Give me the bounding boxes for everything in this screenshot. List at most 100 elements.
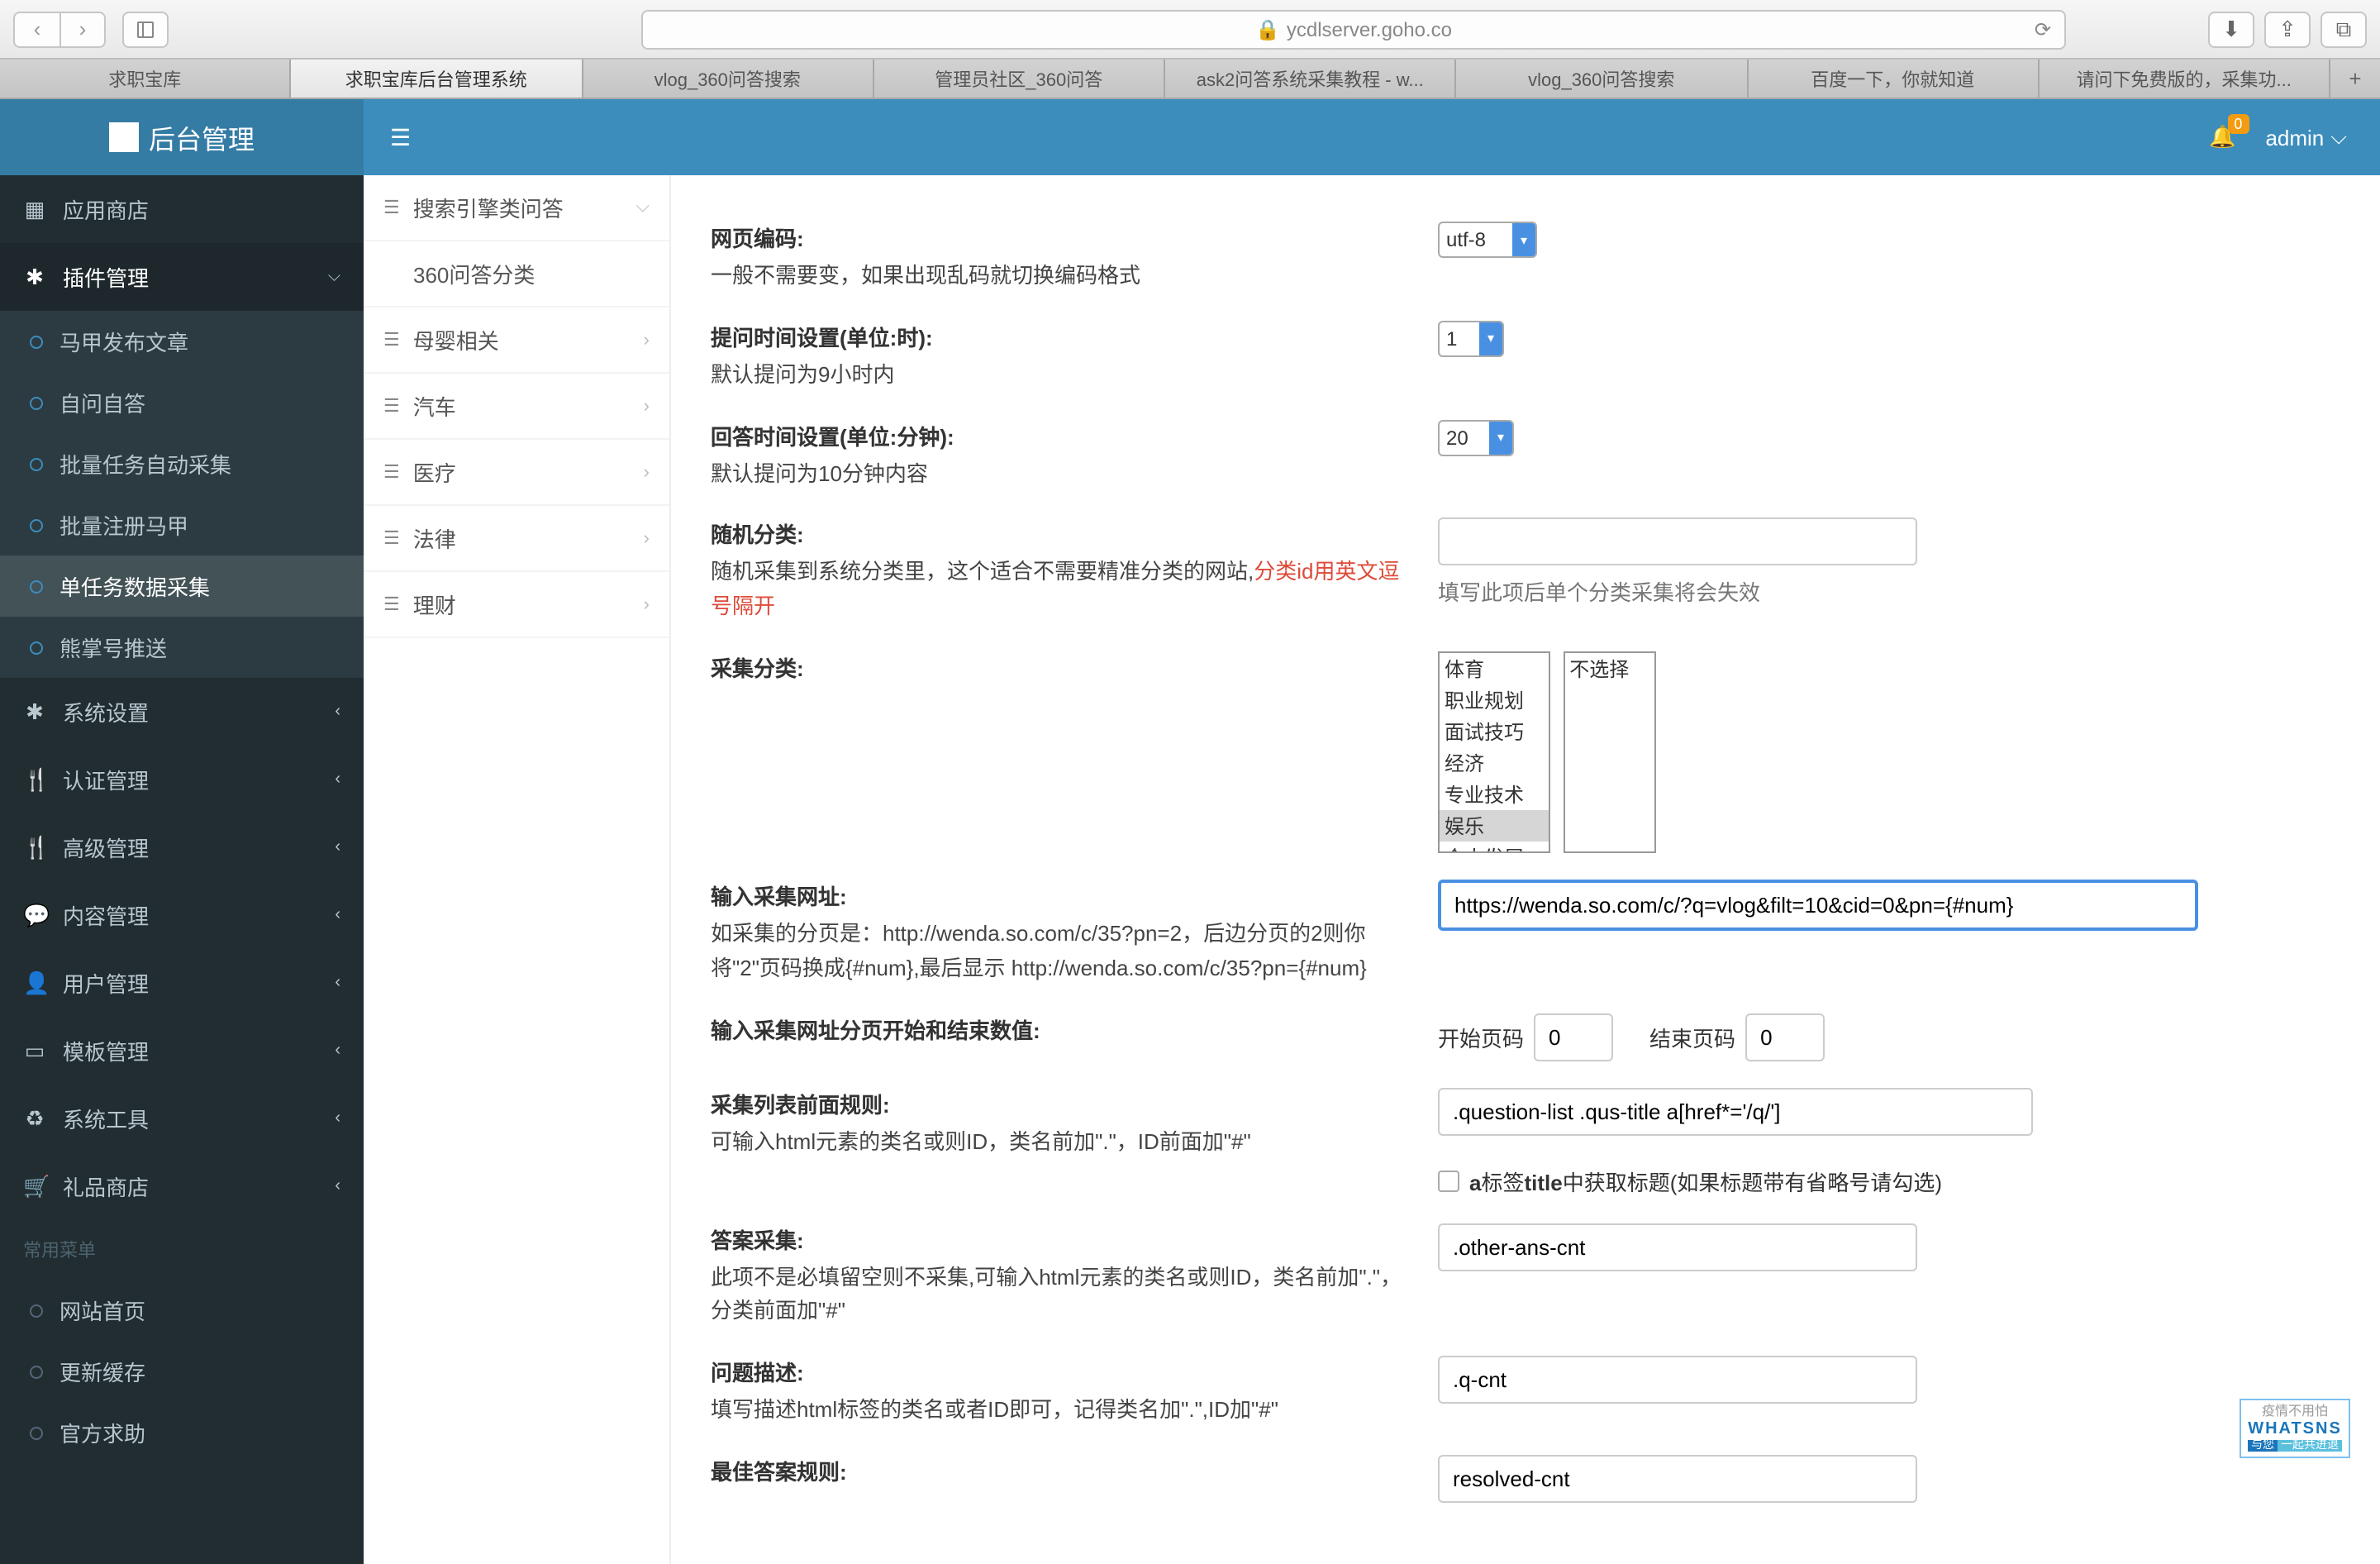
circle-icon <box>30 579 43 593</box>
category-listbox-right[interactable]: 不选择 <box>1563 651 1655 853</box>
watermark-brand: WHATSNS <box>2248 1419 2342 1439</box>
sec-item-finance[interactable]: ☰理财› <box>364 572 669 638</box>
sec-item-baby[interactable]: ☰母婴相关› <box>364 308 669 374</box>
rand-cat-right-help: 填写此项后单个分类采集将会失效 <box>1438 576 2340 608</box>
list-option[interactable]: 经济 <box>1440 747 1549 779</box>
ask-time-select[interactable]: 1 <box>1438 321 1504 357</box>
question-desc-input[interactable] <box>1438 1356 1917 1404</box>
title-checkbox[interactable] <box>1438 1170 1459 1191</box>
browser-tab[interactable]: ask2问答系统采集教程 - w... <box>1165 60 1457 98</box>
browser-tab[interactable]: 求职宝库后台管理系统 <box>292 60 583 98</box>
sec-item-law[interactable]: ☰法律› <box>364 506 669 572</box>
sidebar-toggle-button[interactable] <box>122 11 169 47</box>
browser-tab[interactable]: 求职宝库 <box>0 60 292 98</box>
sidebar-label: 系统工具 <box>63 1103 149 1134</box>
sidebar-label: 内容管理 <box>63 899 149 931</box>
sidebar-item-system[interactable]: ✱系统设置‹ <box>0 678 364 746</box>
list-option[interactable]: 专业技术 <box>1440 779 1549 810</box>
list-option[interactable]: 娱乐 <box>1440 810 1549 842</box>
best-answer-label: 最佳答案规则: <box>711 1455 1405 1486</box>
ask-time-label: 提问时间设置(单位:时): <box>711 321 1405 352</box>
list-option[interactable]: 不选择 <box>1564 653 1654 684</box>
sec-item-label: 搜索引擎类问答 <box>413 192 564 223</box>
sidebar-sub-selfqa[interactable]: 自问自答 <box>0 372 364 433</box>
collect-url-input[interactable] <box>1438 880 2198 931</box>
best-answer-input[interactable] <box>1438 1455 1917 1503</box>
browser-tab[interactable]: vlog_360问答搜索 <box>1457 60 1749 98</box>
window-icon: ▭ <box>23 1037 46 1064</box>
sidebar-item-content[interactable]: 💬内容管理‹ <box>0 881 364 949</box>
list-icon: ☰ <box>383 395 400 417</box>
sidebar-sub-majiapost[interactable]: 马甲发布文章 <box>0 311 364 372</box>
browser-tab[interactable]: 管理员社区_360问答 <box>874 60 1166 98</box>
category-listbox-left[interactable]: 体育 职业规划 面试技巧 经济 专业技术 娱乐 个人发展 情感交流 <box>1438 651 1550 853</box>
gear-icon: ✱ <box>23 699 46 725</box>
rand-cat-input[interactable] <box>1438 518 1917 566</box>
sidebar-sub-batchtask[interactable]: 批量任务自动采集 <box>0 433 364 494</box>
list-option[interactable]: 职业规划 <box>1440 684 1549 716</box>
sec-sub-360[interactable]: 360问答分类 <box>364 241 669 308</box>
browser-tab[interactable]: 百度一下，你就知道 <box>1748 60 2040 98</box>
brand[interactable]: 后台管理 <box>0 99 364 175</box>
chevron-left-icon: ‹ <box>335 974 340 992</box>
sec-item-search-engine[interactable]: ☰搜索引擎类问答⌵ <box>364 175 669 241</box>
sidebar-sub-singletask[interactable]: 单任务数据采集 <box>0 556 364 617</box>
forward-button[interactable]: › <box>60 11 106 47</box>
sidebar-item-tools[interactable]: ♻系统工具‹ <box>0 1085 364 1152</box>
menu-toggle-button[interactable]: ☰ <box>364 123 437 151</box>
download-button[interactable]: ⬇ <box>2208 11 2254 47</box>
circle-icon <box>30 396 43 409</box>
user-menu[interactable]: admin ⌵ <box>2265 124 2347 150</box>
sidebar-item-users[interactable]: 👤用户管理‹ <box>0 949 364 1017</box>
sidebar-sub-label: 熊掌号推送 <box>60 632 167 663</box>
grid-icon: ▦ <box>23 196 46 222</box>
reload-icon[interactable]: ⟳ <box>2035 17 2051 41</box>
notification-badge: 0 <box>2227 114 2249 134</box>
sidebar-item-plugins[interactable]: ✱ 插件管理 ⌵ <box>0 243 364 311</box>
sidebar-common-home[interactable]: 网站首页 <box>0 1280 364 1341</box>
sidebar-item-appstore[interactable]: ▦ 应用商店 <box>0 175 364 243</box>
sidebar-sub-batchreg[interactable]: 批量注册马甲 <box>0 494 364 556</box>
encoding-select[interactable]: utf-8 <box>1438 222 1537 258</box>
sidebar-item-templates[interactable]: ▭模板管理‹ <box>0 1017 364 1085</box>
list-option[interactable]: 面试技巧 <box>1440 716 1549 747</box>
browser-tab[interactable]: vlog_360问答搜索 <box>583 60 874 98</box>
sidebar-common-help[interactable]: 官方求助 <box>0 1402 364 1463</box>
sec-item-car[interactable]: ☰汽车› <box>364 374 669 440</box>
url-bar[interactable]: 🔒 ycdlserver.goho.co ⟳ <box>641 9 2066 49</box>
circle-icon <box>30 1304 43 1317</box>
list-icon: ☰ <box>383 594 400 615</box>
share-button[interactable]: ⇪ <box>2264 11 2311 47</box>
list-option[interactable]: 体育 <box>1440 653 1549 684</box>
secondary-sidebar: ☰搜索引擎类问答⌵ 360问答分类 ☰母婴相关› ☰汽车› ☰医疗› ☰法律› … <box>364 175 671 1564</box>
sidebar-sub-label: 批量任务自动采集 <box>60 448 231 479</box>
sidebar-sub-bearpaw[interactable]: 熊掌号推送 <box>0 617 364 678</box>
end-page-input[interactable] <box>1745 1013 1825 1061</box>
sec-item-label: 理财 <box>413 589 456 620</box>
sidebar-label: 模板管理 <box>63 1035 149 1066</box>
sidebar-label: 应用商店 <box>63 193 149 225</box>
sidebar-common-cache[interactable]: 更新缓存 <box>0 1341 364 1402</box>
browser-tab[interactable]: 请问下免费版的，采集功... <box>2040 60 2331 98</box>
answer-rule-label: 答案采集: <box>711 1223 1405 1254</box>
sidebar-item-gifts[interactable]: 🛒礼品商店‹ <box>0 1152 364 1220</box>
tabs-button[interactable]: ⧉ <box>2320 11 2367 47</box>
sidebar-item-advanced[interactable]: 🍴高级管理‹ <box>0 813 364 881</box>
notification-bell[interactable]: 🔔 0 <box>2209 124 2235 150</box>
start-page-input[interactable] <box>1534 1013 1613 1061</box>
sidebar-item-auth[interactable]: 🍴认证管理‹ <box>0 746 364 813</box>
sec-item-label: 母婴相关 <box>413 324 499 355</box>
answer-rule-input[interactable] <box>1438 1223 1917 1271</box>
rand-cat-help: 随机采集到系统分类里，这个适合不需要精准分类的网站,分类id用英文逗号隔开 <box>711 556 1405 625</box>
sec-item-medical[interactable]: ☰医疗› <box>364 440 669 506</box>
new-tab-button[interactable]: + <box>2330 60 2380 98</box>
circle-icon <box>30 335 43 348</box>
sidebar-sub-label: 批量注册马甲 <box>60 509 188 541</box>
list-rule-input[interactable] <box>1438 1087 2033 1135</box>
list-option[interactable]: 个人发展 <box>1440 842 1549 853</box>
chevron-down-icon: ⌵ <box>635 197 650 218</box>
answer-time-select[interactable]: 20 <box>1438 419 1514 455</box>
chevron-down-icon: ⌵ <box>2330 124 2347 150</box>
user-name: admin <box>2265 125 2324 150</box>
back-button[interactable]: ‹ <box>13 11 60 47</box>
